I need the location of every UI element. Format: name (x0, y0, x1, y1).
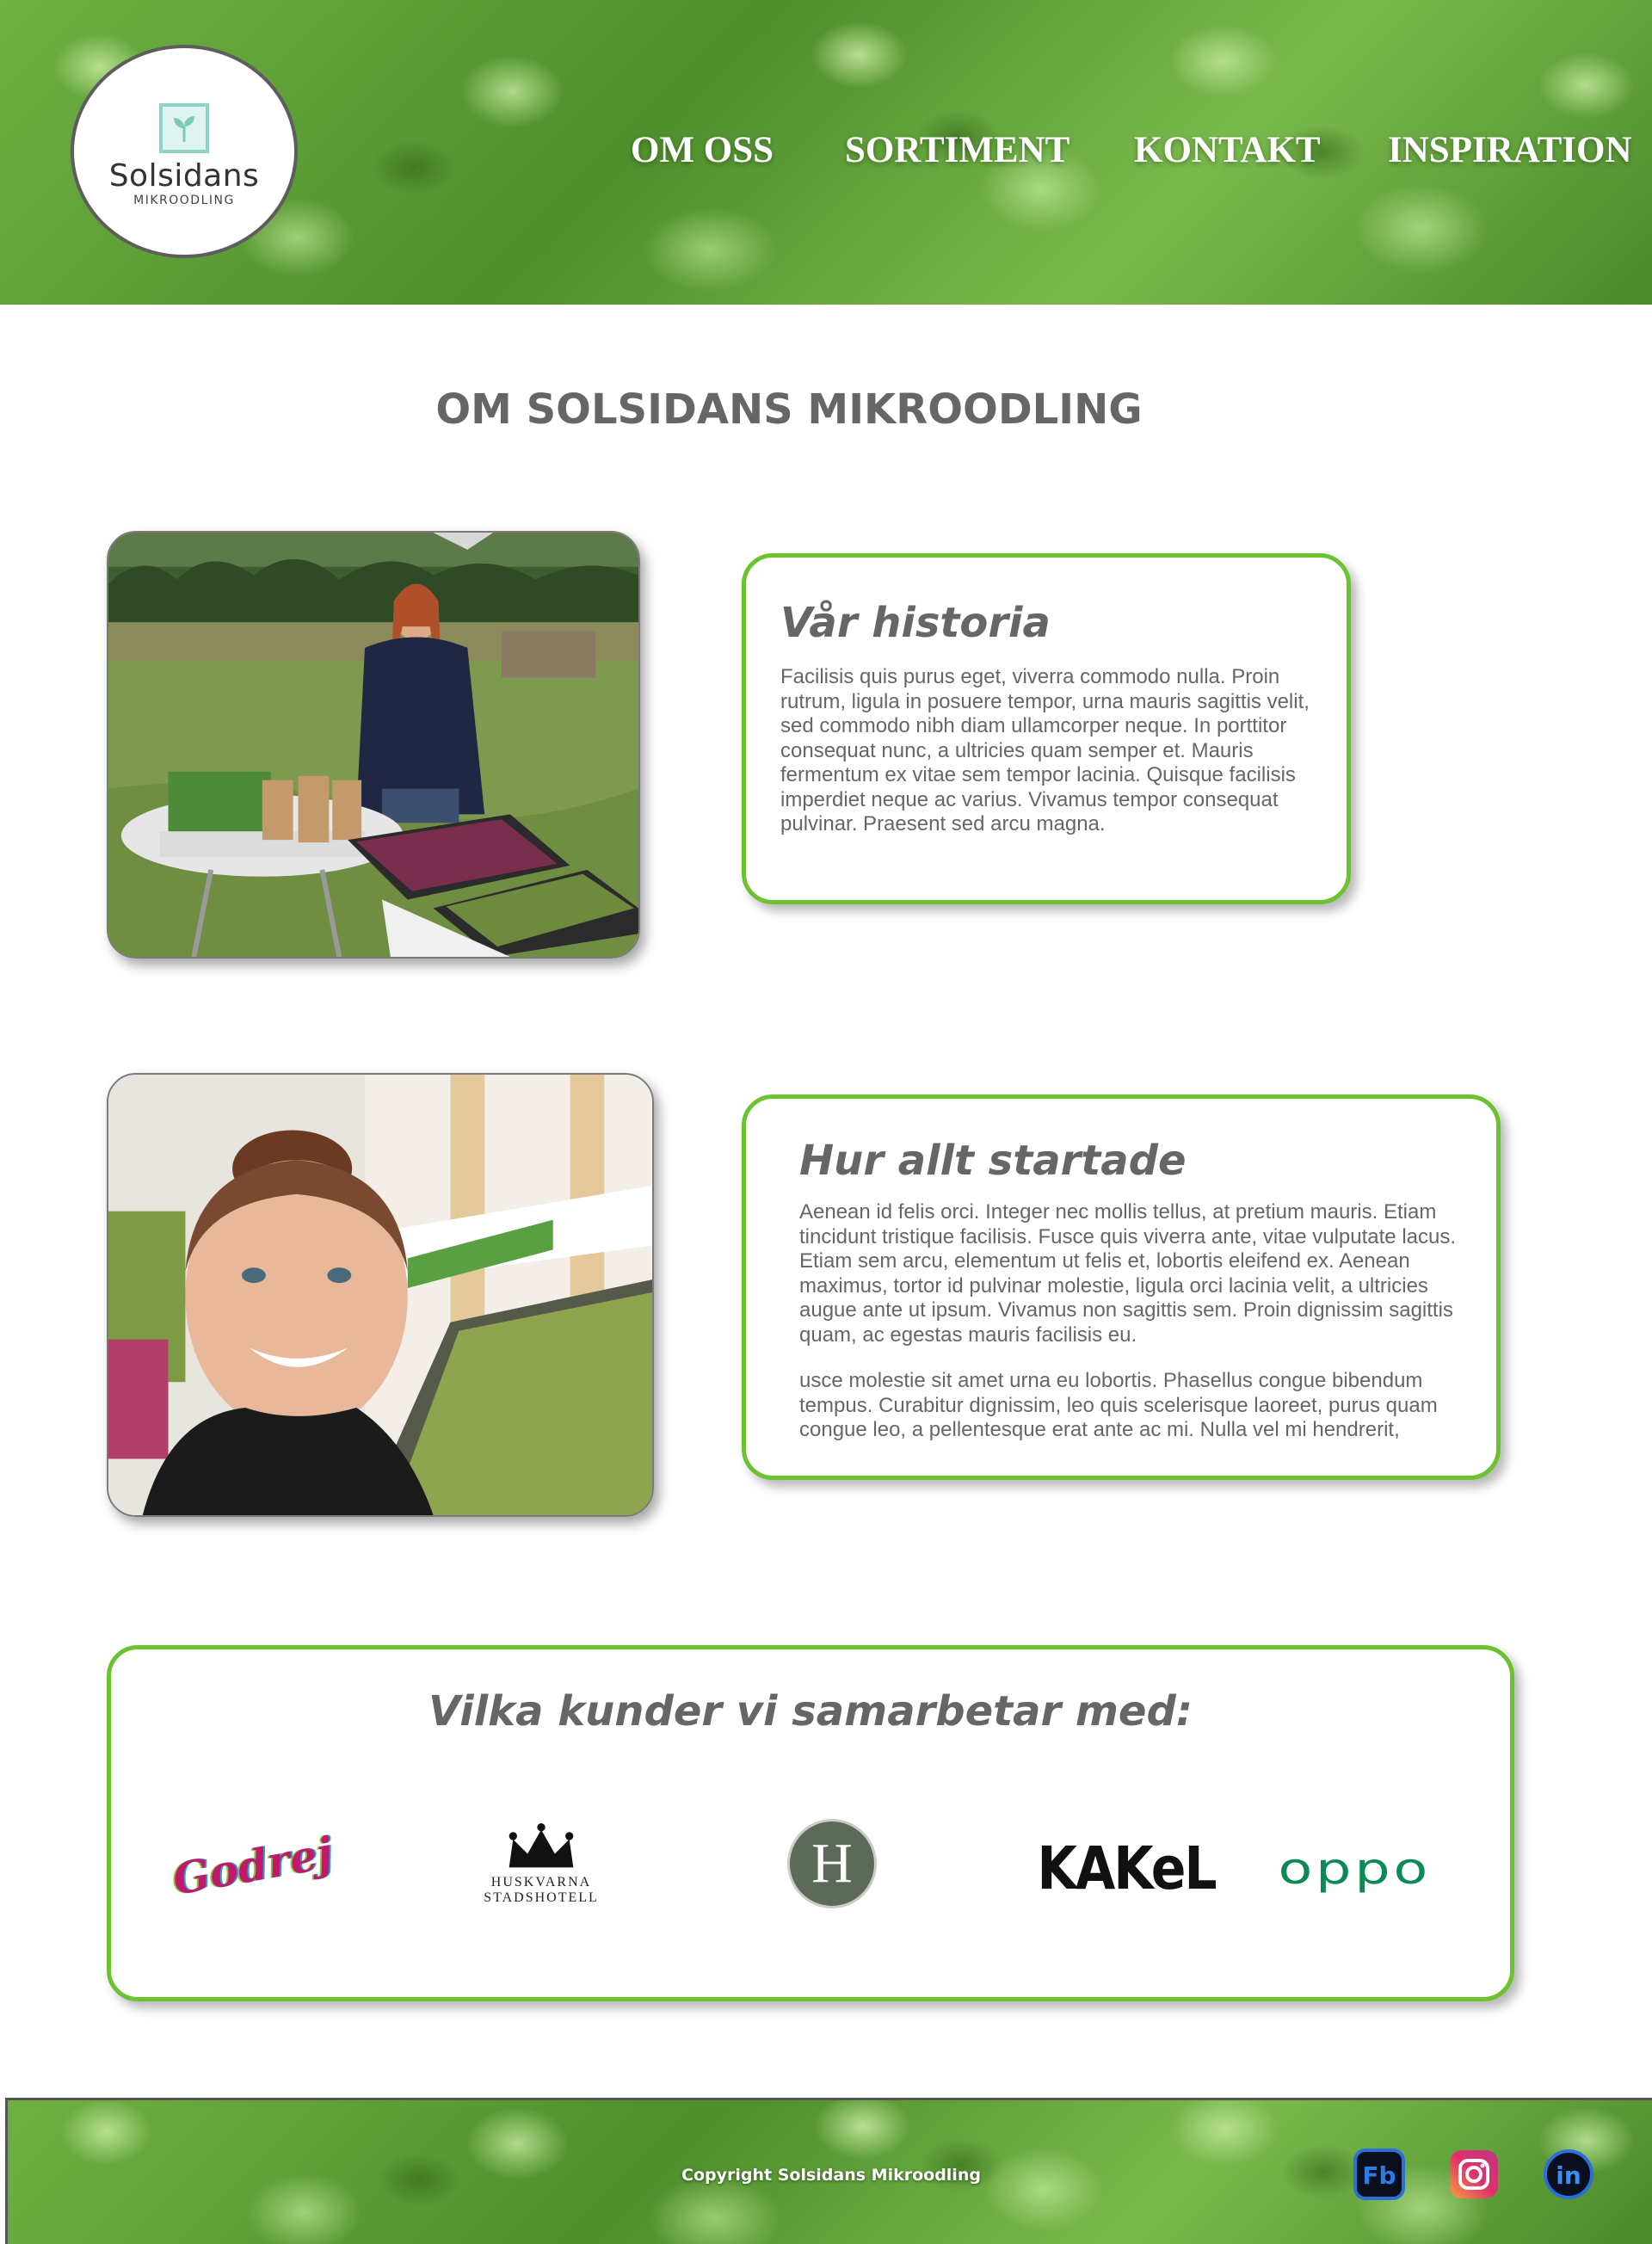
huskvarna-stadshotell-logo: HUSKVARNA STADSHOTELL (455, 1809, 627, 1920)
history-heading: Vår historia (780, 599, 1051, 647)
facebook-icon[interactable]: Fb (1353, 2148, 1405, 2200)
copyright-text: Copyright Solsidans Mikroodling (681, 2166, 981, 2185)
story-heading: Hur allt startade (799, 1137, 1187, 1185)
site-header: Solsidans MIKROODLING OM OSS SORTIMENT K… (0, 0, 1652, 305)
svg-text:in: in (1556, 2161, 1581, 2190)
nav-item-kontakt[interactable]: KONTAKT (1134, 129, 1321, 171)
partners-heading: Vilka kunder vi samarbetar med: (428, 1687, 1193, 1735)
story-paragraph-2: usce molestie sit amet urna eu lobortis.… (799, 1369, 1438, 1441)
story-paragraph-1: Aenean id felis orci. Integer nec mollis… (799, 1200, 1457, 1347)
nav-item-om-oss[interactable]: OM OSS (631, 129, 774, 171)
h-emblem-logo: H (787, 1819, 877, 1908)
story-card: Hur allt startade Aenean id felis orci. … (742, 1094, 1501, 1480)
brand-tagline: MIKROODLING (133, 193, 235, 207)
kakel-logo: KAKeL (1037, 1834, 1217, 1904)
history-text: Facilisis quis purus eget, viverra commo… (780, 665, 1310, 835)
svg-text:Fb: Fb (1362, 2161, 1396, 2190)
nav-item-sortiment[interactable]: SORTIMENT (845, 129, 1069, 171)
godrej-logo: Godrej (169, 1826, 337, 1905)
main-nav: OM OSS SORTIMENT KONTAKT INSPIRATION (0, 129, 1652, 181)
nav-item-inspiration[interactable]: INSPIRATION (1388, 129, 1632, 171)
partners-card: Vilka kunder vi samarbetar med: Godrej H… (107, 1645, 1514, 2001)
crown-icon (509, 1823, 574, 1868)
founder-selfie-photo (107, 1073, 654, 1517)
market-stall-photo (107, 531, 640, 959)
instagram-icon[interactable] (1448, 2148, 1500, 2200)
history-card: Vår historia Facilisis quis purus eget, … (742, 553, 1351, 904)
site-footer: Copyright Solsidans Mikroodling Fb in (5, 2098, 1652, 2244)
linkedin-icon[interactable]: in (1543, 2148, 1594, 2200)
oppo-logo: oppo (1278, 1844, 1431, 1894)
page-title: OM SOLSIDANS MIKROODLING (435, 385, 1143, 434)
